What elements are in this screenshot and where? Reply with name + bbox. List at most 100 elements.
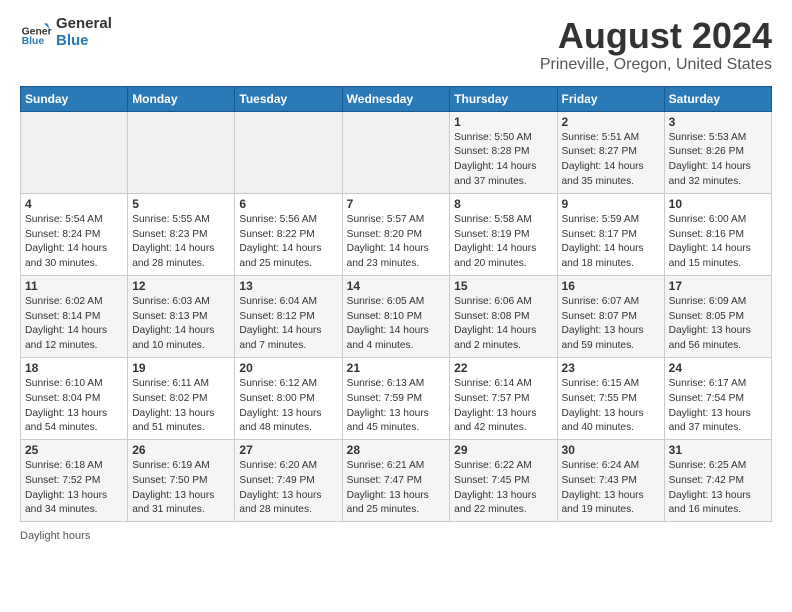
calendar-cell: 20 Sunrise: 6:12 AM Sunset: 8:00 PM Dayli…: [235, 357, 342, 439]
day-number: 27: [239, 443, 337, 457]
day-info: Sunrise: 6:04 AM Sunset: 8:12 PM Dayligh…: [239, 295, 337, 354]
calendar-week-5: 25 Sunrise: 6:18 AM Sunset: 7:52 PM Dayli…: [21, 440, 772, 522]
day-number: 17: [669, 279, 767, 293]
calendar-cell: 18 Sunrise: 6:10 AM Sunset: 8:04 PM Dayli…: [21, 357, 128, 439]
day-number: 23: [562, 361, 660, 375]
calendar-week-2: 4 Sunrise: 5:54 AM Sunset: 8:24 PM Daylig…: [21, 193, 772, 275]
day-info: Sunrise: 6:21 AM Sunset: 7:47 PM Dayligh…: [347, 459, 446, 518]
day-info: Sunrise: 6:06 AM Sunset: 8:08 PM Dayligh…: [454, 295, 552, 354]
day-info: Sunrise: 5:57 AM Sunset: 8:20 PM Dayligh…: [347, 213, 446, 272]
page-subtitle: Prineville, Oregon, United States: [540, 56, 772, 74]
day-info: Sunrise: 6:15 AM Sunset: 7:55 PM Dayligh…: [562, 377, 660, 436]
calendar-cell: [235, 111, 342, 193]
day-number: 8: [454, 197, 552, 211]
day-number: 11: [25, 279, 123, 293]
day-number: 15: [454, 279, 552, 293]
calendar-header-row: SundayMondayTuesdayWednesdayThursdayFrid…: [21, 86, 772, 111]
day-info: Sunrise: 6:13 AM Sunset: 7:59 PM Dayligh…: [347, 377, 446, 436]
calendar-cell: 11 Sunrise: 6:02 AM Sunset: 8:14 PM Dayli…: [21, 275, 128, 357]
calendar-cell: 21Sunrise: 6:13 AM Sunset: 7:59 PM Dayli…: [342, 357, 450, 439]
day-info: Sunrise: 6:10 AM Sunset: 8:04 PM Dayligh…: [25, 377, 123, 436]
calendar-cell: 23 Sunrise: 6:15 AM Sunset: 7:55 PM Dayli…: [557, 357, 664, 439]
calendar-cell: 8Sunrise: 5:58 AM Sunset: 8:19 PM Daylig…: [450, 193, 557, 275]
day-number: 28: [347, 443, 446, 457]
footer-note: Daylight hours: [20, 530, 772, 542]
day-info: Sunrise: 5:59 AM Sunset: 8:17 PM Dayligh…: [562, 213, 660, 272]
title-area: August 2024 Prineville, Oregon, United S…: [540, 16, 772, 74]
calendar-cell: 3Sunrise: 5:53 AM Sunset: 8:26 PM Daylig…: [664, 111, 771, 193]
day-number: 2: [562, 115, 660, 129]
calendar-cell: 1 Sunrise: 5:50 AM Sunset: 8:28 PM Daylig…: [450, 111, 557, 193]
calendar-cell: 31 Sunrise: 6:25 AM Sunset: 7:42 PM Dayli…: [664, 440, 771, 522]
calendar-cell: 28 Sunrise: 6:21 AM Sunset: 7:47 PM Dayli…: [342, 440, 450, 522]
svg-text:Blue: Blue: [22, 36, 45, 47]
calendar-week-1: 1 Sunrise: 5:50 AM Sunset: 8:28 PM Daylig…: [21, 111, 772, 193]
day-info: Sunrise: 5:50 AM Sunset: 8:28 PM Dayligh…: [454, 131, 552, 190]
calendar-cell: 16Sunrise: 6:07 AM Sunset: 8:07 PM Dayli…: [557, 275, 664, 357]
day-info: Sunrise: 5:56 AM Sunset: 8:22 PM Dayligh…: [239, 213, 337, 272]
calendar-cell: [21, 111, 128, 193]
calendar-cell: 15 Sunrise: 6:06 AM Sunset: 8:08 PM Dayli…: [450, 275, 557, 357]
calendar-cell: 17 Sunrise: 6:09 AM Sunset: 8:05 PM Dayli…: [664, 275, 771, 357]
day-info: Sunrise: 6:11 AM Sunset: 8:02 PM Dayligh…: [132, 377, 230, 436]
calendar-cell: 2 Sunrise: 5:51 AM Sunset: 8:27 PM Daylig…: [557, 111, 664, 193]
day-info: Sunrise: 6:18 AM Sunset: 7:52 PM Dayligh…: [25, 459, 123, 518]
day-info: Sunrise: 6:19 AM Sunset: 7:50 PM Dayligh…: [132, 459, 230, 518]
day-number: 1: [454, 115, 552, 129]
calendar-cell: 19 Sunrise: 6:11 AM Sunset: 8:02 PM Dayli…: [128, 357, 235, 439]
calendar-cell: 9 Sunrise: 5:59 AM Sunset: 8:17 PM Daylig…: [557, 193, 664, 275]
day-info: Sunrise: 6:24 AM Sunset: 7:43 PM Dayligh…: [562, 459, 660, 518]
day-number: 31: [669, 443, 767, 457]
calendar-cell: [128, 111, 235, 193]
calendar-cell: 25 Sunrise: 6:18 AM Sunset: 7:52 PM Dayli…: [21, 440, 128, 522]
day-number: 30: [562, 443, 660, 457]
calendar-cell: 27Sunrise: 6:20 AM Sunset: 7:49 PM Dayli…: [235, 440, 342, 522]
day-info: Sunrise: 6:09 AM Sunset: 8:05 PM Dayligh…: [669, 295, 767, 354]
day-info: Sunrise: 5:54 AM Sunset: 8:24 PM Dayligh…: [25, 213, 123, 272]
calendar-cell: 12 Sunrise: 6:03 AM Sunset: 8:13 PM Dayli…: [128, 275, 235, 357]
day-info: Sunrise: 5:51 AM Sunset: 8:27 PM Dayligh…: [562, 131, 660, 190]
col-header-saturday: Saturday: [664, 86, 771, 111]
day-number: 3: [669, 115, 767, 129]
calendar-cell: 7Sunrise: 5:57 AM Sunset: 8:20 PM Daylig…: [342, 193, 450, 275]
day-number: 22: [454, 361, 552, 375]
day-info: Sunrise: 6:05 AM Sunset: 8:10 PM Dayligh…: [347, 295, 446, 354]
day-info: Sunrise: 6:14 AM Sunset: 7:57 PM Dayligh…: [454, 377, 552, 436]
logo-general: General: [56, 16, 112, 33]
calendar-cell: 6Sunrise: 5:56 AM Sunset: 8:22 PM Daylig…: [235, 193, 342, 275]
day-info: Sunrise: 6:25 AM Sunset: 7:42 PM Dayligh…: [669, 459, 767, 518]
day-info: Sunrise: 6:12 AM Sunset: 8:00 PM Dayligh…: [239, 377, 337, 436]
logo-text: General Blue: [56, 16, 112, 49]
calendar-cell: 26 Sunrise: 6:19 AM Sunset: 7:50 PM Dayli…: [128, 440, 235, 522]
page-title: August 2024: [540, 16, 772, 56]
calendar-cell: 14 Sunrise: 6:05 AM Sunset: 8:10 PM Dayli…: [342, 275, 450, 357]
day-number: 14: [347, 279, 446, 293]
day-number: 18: [25, 361, 123, 375]
calendar-table: SundayMondayTuesdayWednesdayThursdayFrid…: [20, 86, 772, 523]
calendar-cell: 29Sunrise: 6:22 AM Sunset: 7:45 PM Dayli…: [450, 440, 557, 522]
day-info: Sunrise: 6:02 AM Sunset: 8:14 PM Dayligh…: [25, 295, 123, 354]
day-number: 19: [132, 361, 230, 375]
day-number: 26: [132, 443, 230, 457]
day-number: 12: [132, 279, 230, 293]
day-number: 25: [25, 443, 123, 457]
day-number: 20: [239, 361, 337, 375]
calendar-cell: 13 Sunrise: 6:04 AM Sunset: 8:12 PM Dayli…: [235, 275, 342, 357]
calendar-cell: 24 Sunrise: 6:17 AM Sunset: 7:54 PM Dayli…: [664, 357, 771, 439]
day-number: 16: [562, 279, 660, 293]
col-header-thursday: Thursday: [450, 86, 557, 111]
calendar-week-4: 18 Sunrise: 6:10 AM Sunset: 8:04 PM Dayli…: [21, 357, 772, 439]
day-number: 24: [669, 361, 767, 375]
day-number: 4: [25, 197, 123, 211]
calendar-week-3: 11 Sunrise: 6:02 AM Sunset: 8:14 PM Dayli…: [21, 275, 772, 357]
col-header-sunday: Sunday: [21, 86, 128, 111]
day-number: 10: [669, 197, 767, 211]
page-header: General Blue General Blue August 2024 Pr…: [20, 16, 772, 74]
day-number: 9: [562, 197, 660, 211]
day-info: Sunrise: 6:17 AM Sunset: 7:54 PM Dayligh…: [669, 377, 767, 436]
day-info: Sunrise: 6:22 AM Sunset: 7:45 PM Dayligh…: [454, 459, 552, 518]
calendar-cell: 4 Sunrise: 5:54 AM Sunset: 8:24 PM Daylig…: [21, 193, 128, 275]
day-info: Sunrise: 6:03 AM Sunset: 8:13 PM Dayligh…: [132, 295, 230, 354]
logo: General Blue General Blue: [20, 16, 112, 49]
day-number: 13: [239, 279, 337, 293]
